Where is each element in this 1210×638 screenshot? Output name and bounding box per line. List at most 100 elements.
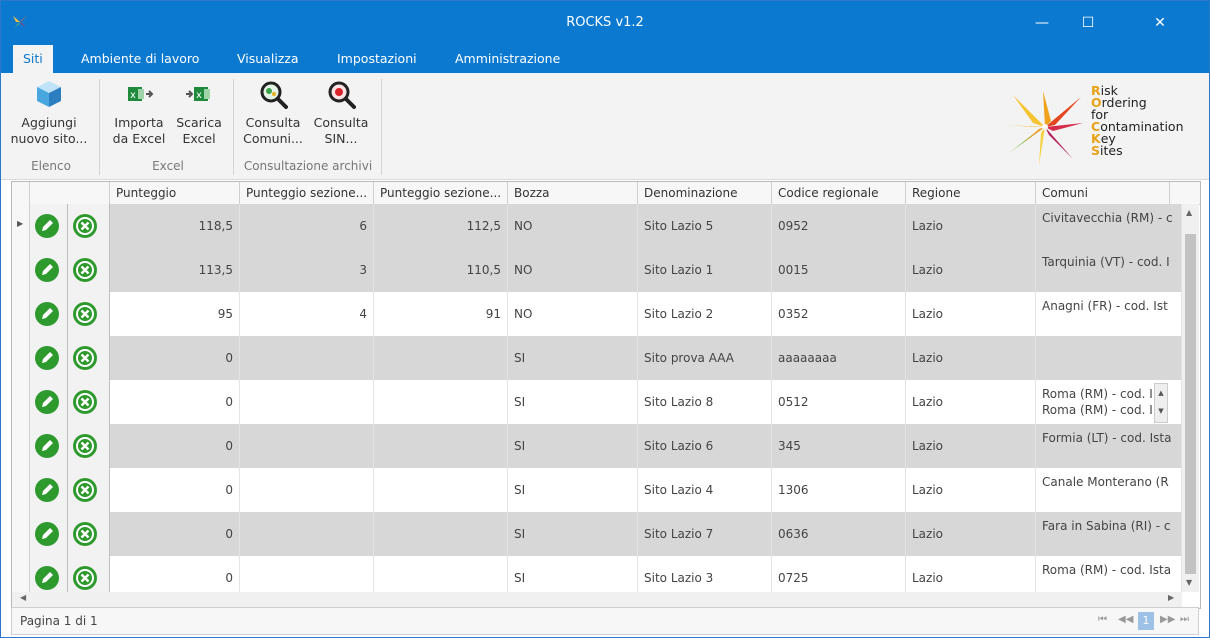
cell-bozza[interactable]: SI xyxy=(508,380,638,424)
cell-comuni[interactable] xyxy=(1036,336,1182,380)
cell-bozza[interactable]: NO xyxy=(508,248,638,292)
edit-site-button[interactable] xyxy=(30,512,68,556)
row-selector[interactable] xyxy=(12,512,30,556)
delete-site-button[interactable] xyxy=(68,248,110,292)
cell-punteggio[interactable]: 118,5 xyxy=(110,204,240,248)
cell-regione[interactable]: Lazio xyxy=(906,380,1036,424)
cell-punteggio-sezione-2[interactable] xyxy=(374,468,508,512)
column-header-punteggio-sezione-2[interactable]: Punteggio sezione... xyxy=(374,182,508,204)
row-selector[interactable] xyxy=(12,248,30,292)
cell-punteggio-sezione-1[interactable] xyxy=(240,512,374,556)
row-selector[interactable] xyxy=(12,336,30,380)
edit-site-button[interactable] xyxy=(30,424,68,468)
cell-comuni[interactable]: Roma (RM) - cod. I Roma (RM) - cod. I ▲ ▼ xyxy=(1036,380,1182,424)
tab-impostazioni[interactable]: Impostazioni xyxy=(327,45,427,73)
cell-bozza[interactable]: SI xyxy=(508,336,638,380)
table-row[interactable]: 0 SI Sito Lazio 7 0636 Lazio Fara in Sabina (… xyxy=(12,512,1182,557)
delete-site-button[interactable] xyxy=(68,424,110,468)
row-selector[interactable]: ▶ xyxy=(12,204,30,248)
delete-site-button[interactable] xyxy=(68,204,110,248)
cell-regione[interactable]: Lazio xyxy=(906,512,1036,556)
cell-punteggio-sezione-1[interactable]: 4 xyxy=(240,292,374,336)
cell-codice-regionale[interactable]: 0512 xyxy=(772,380,906,424)
delete-site-button[interactable] xyxy=(68,468,110,512)
cell-denominazione[interactable]: Sito Lazio 8 xyxy=(638,380,772,424)
cell-punteggio-sezione-2[interactable] xyxy=(374,424,508,468)
scroll-up-arrow-icon[interactable]: ▲ xyxy=(1186,208,1192,217)
cell-punteggio-sezione-2[interactable] xyxy=(374,512,508,556)
scroll-left-arrow-icon[interactable]: ◀ xyxy=(20,593,26,602)
table-row[interactable]: 113,5 3 110,5 NO Sito Lazio 1 0015 Lazio Tarqui… xyxy=(12,248,1182,293)
cell-comuni[interactable]: Tarquinia (VT) - cod. I xyxy=(1036,248,1182,292)
cell-codice-regionale[interactable]: 1306 xyxy=(772,468,906,512)
cell-denominazione[interactable]: Sito Lazio 6 xyxy=(638,424,772,468)
cell-comuni[interactable]: Formia (LT) - cod. Ista xyxy=(1036,424,1182,468)
cell-regione[interactable]: Lazio xyxy=(906,292,1036,336)
vertical-scroll-thumb[interactable] xyxy=(1185,234,1196,574)
cell-punteggio-sezione-2[interactable] xyxy=(374,336,508,380)
cell-punteggio-sezione-1[interactable] xyxy=(240,380,374,424)
cell-bozza[interactable]: SI xyxy=(508,424,638,468)
cell-punteggio-sezione-1[interactable] xyxy=(240,336,374,380)
cell-regione[interactable]: Lazio xyxy=(906,468,1036,512)
cell-bozza[interactable]: NO xyxy=(508,292,638,336)
tab-siti[interactable]: Siti xyxy=(13,45,53,73)
maximize-button[interactable]: ☐ xyxy=(1065,1,1111,45)
table-row[interactable]: ▶ 118,5 6 112,5 NO Sito Lazio 5 0952 Lazio Civit… xyxy=(12,204,1182,249)
cell-punteggio-sezione-2[interactable] xyxy=(374,380,508,424)
cell-regione[interactable]: Lazio xyxy=(906,424,1036,468)
cell-comuni[interactable]: Anagni (FR) - cod. Ist xyxy=(1036,292,1182,336)
cell-punteggio-sezione-2[interactable]: 112,5 xyxy=(374,204,508,248)
row-selector[interactable] xyxy=(12,292,30,336)
column-header-regione[interactable]: Regione xyxy=(906,182,1036,204)
cell-denominazione[interactable]: Sito Lazio 7 xyxy=(638,512,772,556)
cell-punteggio[interactable]: 0 xyxy=(110,380,240,424)
row-selector[interactable] xyxy=(12,380,30,424)
column-header-codice-regionale[interactable]: Codice regionale xyxy=(772,182,906,204)
cell-regione[interactable]: Lazio xyxy=(906,204,1036,248)
next-page-icon[interactable]: ▶▶ xyxy=(1160,614,1175,625)
cell-regione[interactable]: Lazio xyxy=(906,336,1036,380)
cell-punteggio[interactable]: 95 xyxy=(110,292,240,336)
delete-site-button[interactable] xyxy=(68,292,110,336)
cell-punteggio[interactable]: 0 xyxy=(110,336,240,380)
first-page-icon[interactable]: ⏮ xyxy=(1098,614,1107,625)
tab-visualizza[interactable]: Visualizza xyxy=(227,45,309,73)
cell-bozza[interactable]: SI xyxy=(508,468,638,512)
cell-comuni[interactable]: Fara in Sabina (RI) - c xyxy=(1036,512,1182,556)
cell-punteggio[interactable]: 0 xyxy=(110,424,240,468)
cell-comuni[interactable]: Canale Monterano (R xyxy=(1036,468,1182,512)
close-window-button[interactable]: ✕ xyxy=(1111,1,1209,45)
cell-denominazione[interactable]: Sito Lazio 1 xyxy=(638,248,772,292)
cell-codice-regionale[interactable]: 345 xyxy=(772,424,906,468)
cell-codice-regionale[interactable]: aaaaaaaa xyxy=(772,336,906,380)
consult-comuni-button[interactable]: Consulta Comuni... xyxy=(239,79,307,147)
cell-bozza[interactable]: NO xyxy=(508,204,638,248)
column-header-comuni[interactable]: Comuni xyxy=(1036,182,1170,204)
download-excel-button[interactable]: x Scarica Excel xyxy=(171,79,227,147)
current-page-button[interactable]: 1 xyxy=(1138,612,1154,630)
tab-ambiente-di-lavoro[interactable]: Ambiente di lavoro xyxy=(71,45,209,73)
cell-punteggio[interactable]: 113,5 xyxy=(110,248,240,292)
scroll-right-arrow-icon[interactable]: ▶ xyxy=(1168,593,1174,602)
row-selector[interactable] xyxy=(12,424,30,468)
table-row[interactable]: 95 4 91 NO Sito Lazio 2 0352 Lazio Anagni (FR) … xyxy=(12,292,1182,337)
delete-site-button[interactable] xyxy=(68,336,110,380)
cell-codice-regionale[interactable]: 0352 xyxy=(772,292,906,336)
table-row[interactable]: 0 SI Sito Lazio 8 0512 Lazio Roma (RM) - cod.… xyxy=(12,380,1182,425)
cell-denominazione[interactable]: Sito Lazio 4 xyxy=(638,468,772,512)
cell-codice-regionale[interactable]: 0952 xyxy=(772,204,906,248)
last-page-icon[interactable]: ⏭ xyxy=(1180,614,1189,625)
cell-punteggio-sezione-1[interactable] xyxy=(240,468,374,512)
cell-punteggio-sezione-1[interactable]: 3 xyxy=(240,248,374,292)
cell-punteggio-sezione-1[interactable] xyxy=(240,424,374,468)
table-row[interactable]: 0 SI Sito Lazio 6 345 Lazio Formia (LT) - cod… xyxy=(12,424,1182,469)
import-excel-button[interactable]: x Importa da Excel xyxy=(107,79,171,147)
edit-site-button[interactable] xyxy=(30,204,68,248)
column-header-punteggio[interactable]: Punteggio xyxy=(110,182,240,204)
cell-punteggio-sezione-1[interactable]: 6 xyxy=(240,204,374,248)
cell-codice-regionale[interactable]: 0015 xyxy=(772,248,906,292)
column-header-punteggio-sezione-1[interactable]: Punteggio sezione... xyxy=(240,182,374,204)
comuni-mini-scrollbar[interactable]: ▲ ▼ xyxy=(1154,383,1168,423)
previous-page-icon[interactable]: ◀◀ xyxy=(1118,614,1133,625)
